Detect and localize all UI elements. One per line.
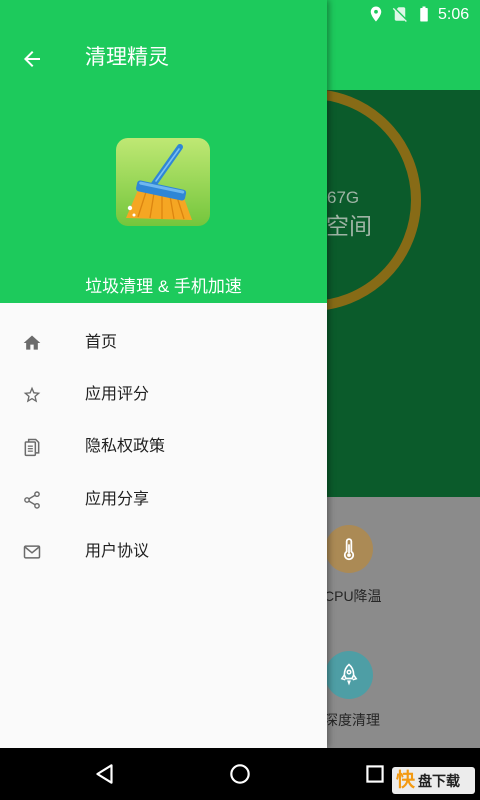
star-icon: [23, 386, 41, 403]
home-circle-icon: [230, 764, 250, 784]
nav-home-button[interactable]: [227, 761, 253, 787]
cpu-cool-button[interactable]: [325, 525, 373, 573]
drawer-item-share[interactable]: 应用分享: [0, 474, 327, 526]
drawer-tagline: 垃圾清理 & 手机加速: [85, 277, 242, 296]
recents-square-icon: [366, 765, 384, 783]
no-sim-icon: [392, 7, 407, 22]
status-bar: 5:06: [0, 0, 480, 28]
thermometer-icon: [344, 538, 354, 561]
back-button[interactable]: [16, 44, 48, 74]
status-time: 5:06: [438, 6, 470, 23]
storage-label: 空间: [326, 213, 372, 239]
arrow-back-icon: [24, 51, 40, 67]
watermark-mark: 快: [396, 769, 416, 791]
location-icon: [370, 6, 382, 22]
drawer-header: 清理精灵 垃圾清理 & 手机加速: [0, 0, 327, 303]
drawer-item-label: 用户协议: [85, 543, 150, 560]
drawer-item-label: 首页: [85, 334, 118, 351]
nav-back-button[interactable]: [92, 761, 118, 787]
cpu-cool-label: CPU降温: [324, 588, 382, 604]
broom-app-icon: [116, 138, 210, 226]
screen: 67G 空间 CPU降温 深度清理 5:06 清理精灵 垃圾清理 & 手机加速 …: [0, 0, 480, 800]
drawer-item-home[interactable]: 首页: [0, 317, 327, 369]
drawer-item-label: 隐私权政策: [85, 438, 166, 455]
drawer-item-label: 应用分享: [85, 491, 150, 508]
watermark-text: 盘下载: [418, 772, 461, 789]
drawer-item-label: 应用评分: [85, 386, 150, 403]
rocket-icon: [340, 663, 358, 686]
back-triangle-icon: [96, 764, 113, 784]
share-icon: [24, 491, 40, 509]
battery-icon: [420, 6, 428, 22]
nav-recents-button[interactable]: [362, 761, 388, 787]
drawer-item-rate[interactable]: 应用评分: [0, 369, 327, 421]
app-title: 清理精灵: [85, 46, 169, 69]
document-icon: [24, 438, 40, 457]
home-icon: [23, 335, 41, 350]
deep-clean-label: 深度清理: [324, 712, 380, 728]
drawer-item-agreement[interactable]: 用户协议: [0, 526, 327, 578]
watermark-logo: 快 盘下载: [392, 767, 475, 794]
storage-size-text: 67G: [327, 188, 360, 207]
mail-icon: [23, 545, 41, 559]
deep-clean-button[interactable]: [325, 651, 373, 699]
navigation-drawer: 清理精灵 垃圾清理 & 手机加速 首页 应用评分 隐私权政策 应用分享 用户协议: [0, 0, 327, 748]
drawer-item-privacy[interactable]: 隐私权政策: [0, 421, 327, 473]
